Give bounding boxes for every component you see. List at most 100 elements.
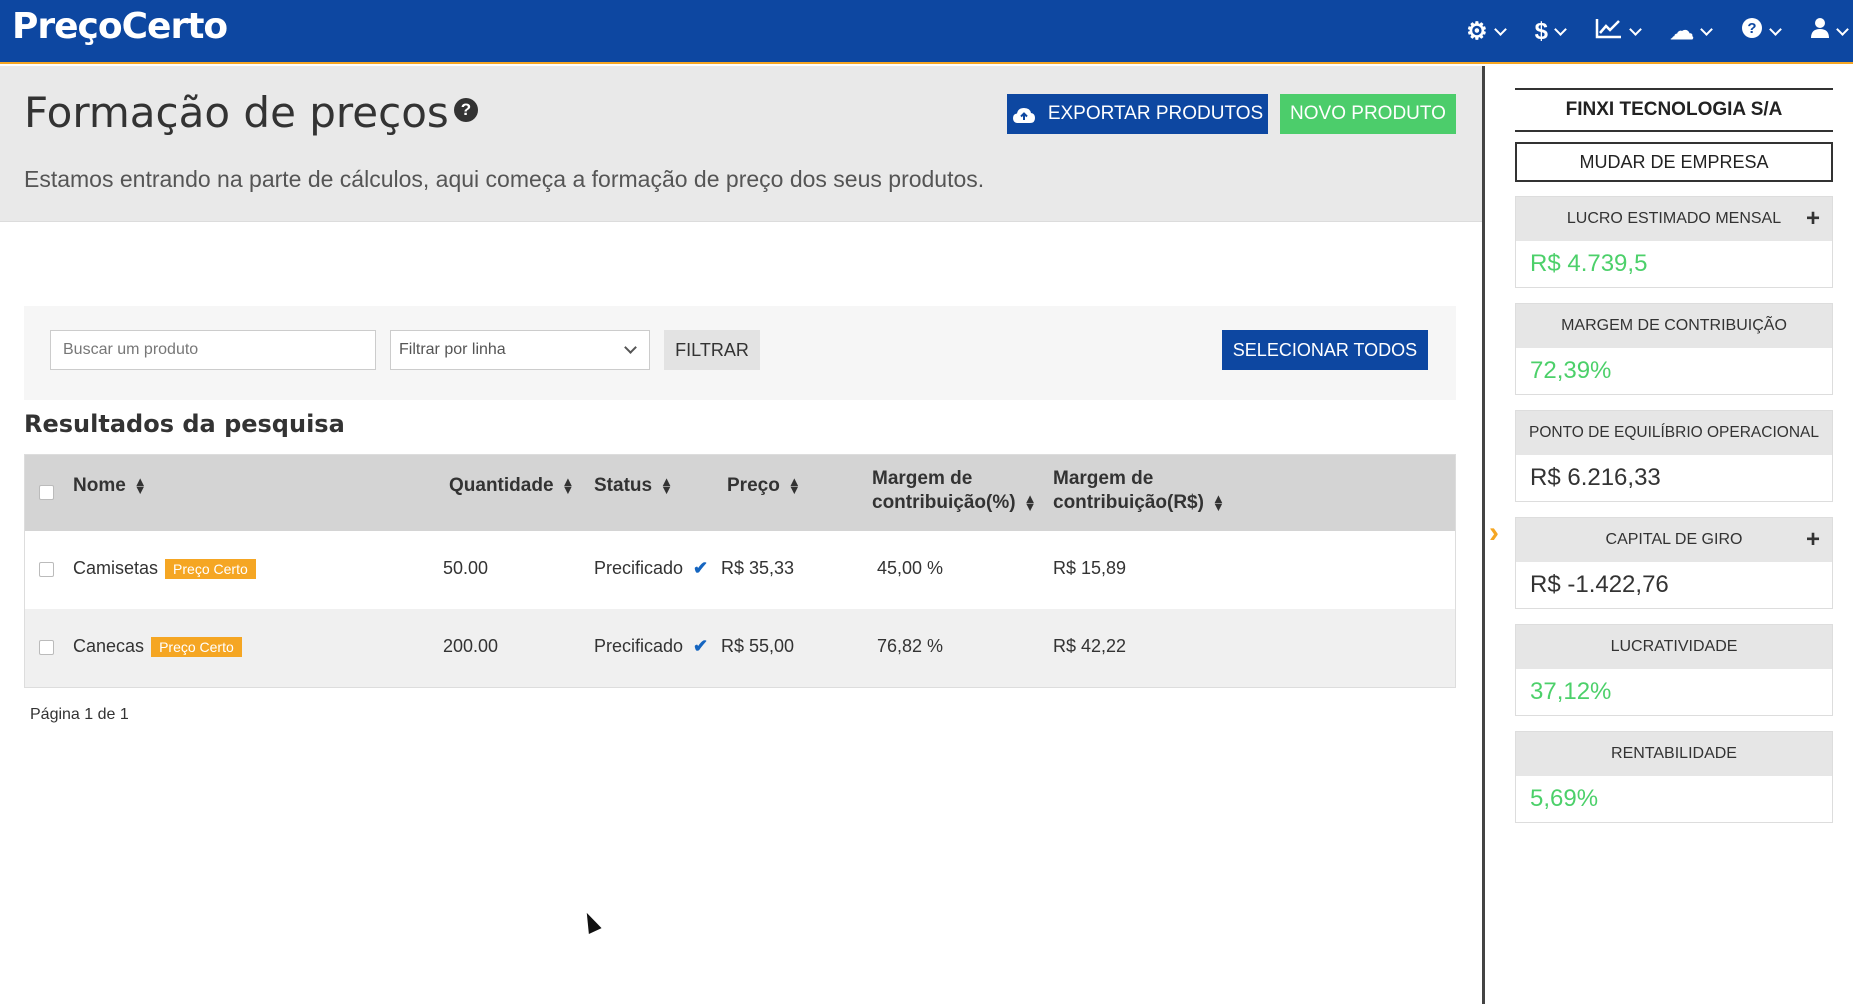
card-label: LUCRO ESTIMADO MENSAL + xyxy=(1516,197,1832,241)
cell-margin-rs: R$ 42,22 xyxy=(1053,636,1127,656)
sort-icon: ▲ ▼ xyxy=(787,473,801,497)
card-label: CAPITAL DE GIRO + xyxy=(1516,518,1832,562)
cloud-upload-icon xyxy=(1012,106,1036,123)
card-label-text: CAPITAL DE GIRO xyxy=(1605,531,1743,548)
user-icon xyxy=(1810,14,1830,50)
question-icon: ? xyxy=(1741,14,1763,50)
check-icon: ✔ xyxy=(693,558,709,578)
column-header-name[interactable]: Nome ▲ ▼ xyxy=(73,474,147,498)
chevron-right-icon[interactable]: › xyxy=(1489,516,1499,550)
pagination-label: Página 1 de 1 xyxy=(30,706,129,723)
app-logo[interactable]: PreçoCerto xyxy=(12,6,228,47)
check-icon: ✔ xyxy=(693,636,709,656)
card-contribution-margin: MARGEM DE CONTRIBUIÇÃO 72,39% xyxy=(1515,303,1833,395)
column-quantity-label: Quantidade xyxy=(449,475,554,496)
finance-menu[interactable]: $ xyxy=(1534,14,1567,50)
search-input[interactable] xyxy=(50,330,376,370)
product-name: Camisetas xyxy=(73,558,159,578)
company-name: FINXI TECNOLOGIA S/A xyxy=(1515,88,1833,132)
card-value: R$ 6.216,33 xyxy=(1530,464,1661,491)
card-return: RENTABILIDADE 5,69% xyxy=(1515,731,1833,823)
switch-company-button[interactable]: MUDAR DE EMPRESA xyxy=(1515,142,1833,182)
help-menu[interactable]: ? xyxy=(1741,14,1782,50)
top-bar: PreçoCerto ⚙ $ ☁ ? xyxy=(0,0,1853,64)
cloud-menu[interactable]: ☁ xyxy=(1670,14,1713,50)
chevron-down-icon xyxy=(1769,23,1782,36)
column-header-margin-pct[interactable]: Margem de contribuição(%) ▲ ▼ xyxy=(872,467,1036,515)
svg-text:?: ? xyxy=(1747,20,1756,37)
dollar-icon: $ xyxy=(1534,18,1548,45)
column-header-quantity[interactable]: Quantidade ▲ ▼ xyxy=(449,474,574,498)
cloud-icon: ☁ xyxy=(1670,18,1694,45)
sort-icon: ▲ ▼ xyxy=(660,473,673,497)
top-nav: ⚙ $ ☁ ? xyxy=(1466,14,1849,50)
table-row[interactable]: Camisetas Preço Certo 50.00 Precificado ✔… xyxy=(25,531,1455,609)
select-all-checkbox[interactable] xyxy=(39,485,54,500)
sort-icon: ▲ ▼ xyxy=(561,473,575,497)
card-working-capital: CAPITAL DE GIRO + R$ -1.422,76 xyxy=(1515,517,1833,609)
plus-icon[interactable]: + xyxy=(1806,518,1820,562)
results-table: Nome ▲ ▼ Quantidade ▲ ▼ Status ▲ ▼ Preço ▲ ▼ Mar… xyxy=(24,454,1456,688)
cell-price: R$ 55,00 xyxy=(721,636,795,656)
column-margin-rs-label-1: Margem de xyxy=(1053,468,1154,489)
question-icon[interactable]: ? xyxy=(454,98,478,122)
chevron-down-icon xyxy=(1629,23,1642,36)
cell-margin-pct: 76,82 % xyxy=(877,636,944,656)
column-price-label: Preço xyxy=(727,475,780,496)
product-name: Canecas xyxy=(73,636,145,656)
line-filter-select[interactable]: Filtrar por linha xyxy=(390,330,650,370)
new-product-button[interactable]: NOVO PRODUTO xyxy=(1280,94,1456,134)
filter-button[interactable]: FILTRAR xyxy=(664,330,760,370)
user-menu[interactable] xyxy=(1810,14,1849,50)
line-filter-value: Filtrar por linha xyxy=(399,341,506,358)
card-break-even: PONTO DE EQUILÍBRIO OPERACIONAL R$ 6.216… xyxy=(1515,410,1833,502)
card-value: R$ -1.422,76 xyxy=(1530,571,1669,598)
card-label: MARGEM DE CONTRIBUIÇÃO xyxy=(1516,304,1832,348)
card-profitability: LUCRATIVIDADE 37,12% xyxy=(1515,624,1833,716)
main-content: Formação de preços ? Estamos entrando na… xyxy=(0,66,1482,1004)
column-header-status[interactable]: Status ▲ ▼ xyxy=(594,474,673,498)
card-label-text: LUCRO ESTIMADO MENSAL xyxy=(1566,210,1782,227)
column-header-price[interactable]: Preço ▲ ▼ xyxy=(727,474,801,498)
page-header: Formação de preços ? Estamos entrando na… xyxy=(0,66,1482,222)
card-monthly-profit: LUCRO ESTIMADO MENSAL + R$ 4.739,5 xyxy=(1515,196,1833,288)
chevron-down-icon xyxy=(624,341,637,354)
settings-menu[interactable]: ⚙ xyxy=(1466,14,1507,50)
cell-status: Precificado ✔ xyxy=(594,558,708,579)
status-text: Precificado xyxy=(594,636,684,656)
sort-icon: ▲ ▼ xyxy=(1023,490,1037,514)
table-row[interactable]: Canecas Preço Certo 200.00 Precificado ✔ … xyxy=(25,609,1455,687)
cell-name: Camisetas Preço Certo xyxy=(73,558,256,580)
chevron-down-icon xyxy=(1554,23,1567,36)
column-status-label: Status xyxy=(594,475,653,496)
cell-price: R$ 35,33 xyxy=(721,558,795,578)
preco-certo-badge: Preço Certo xyxy=(165,559,256,580)
column-margin-pct-label-2: contribuição(%) xyxy=(872,492,1016,513)
column-header-margin-rs[interactable]: Margem de contribuição(R$) ▲ ▼ xyxy=(1053,467,1225,515)
row-checkbox[interactable] xyxy=(39,562,54,577)
card-value: 37,12% xyxy=(1530,678,1612,705)
card-label: PONTO DE EQUILÍBRIO OPERACIONAL xyxy=(1516,411,1832,455)
sort-icon: ▲ ▼ xyxy=(133,473,147,497)
summary-sidebar: › FINXI TECNOLOGIA S/A MUDAR DE EMPRESA … xyxy=(1482,66,1853,1004)
status-text: Precificado xyxy=(594,558,684,578)
export-products-label: EXPORTAR PRODUTOS xyxy=(1047,103,1264,124)
page-subtitle: Estamos entrando na parte de cálculos, a… xyxy=(24,166,985,192)
column-name-label: Nome xyxy=(73,475,126,496)
column-margin-rs-label-2: contribuição(R$) xyxy=(1053,492,1204,513)
export-products-button[interactable]: EXPORTAR PRODUTOS xyxy=(1007,94,1268,134)
plus-icon[interactable]: + xyxy=(1806,197,1820,241)
cell-quantity: 200.00 xyxy=(443,636,499,656)
column-margin-pct-label-1: Margem de xyxy=(872,468,973,489)
card-value: 5,69% xyxy=(1530,785,1599,812)
page-title: Formação de preços xyxy=(24,88,449,137)
row-checkbox[interactable] xyxy=(39,640,54,655)
cell-margin-rs: R$ 15,89 xyxy=(1053,558,1127,578)
cell-status: Precificado ✔ xyxy=(594,636,708,657)
card-label: LUCRATIVIDADE xyxy=(1516,625,1832,669)
card-value: 72,39% xyxy=(1530,357,1612,384)
results-title: Resultados da pesquisa xyxy=(24,410,345,438)
reports-menu[interactable] xyxy=(1595,14,1642,50)
chart-icon xyxy=(1595,14,1623,50)
select-all-button[interactable]: SELECIONAR TODOS xyxy=(1222,330,1428,370)
